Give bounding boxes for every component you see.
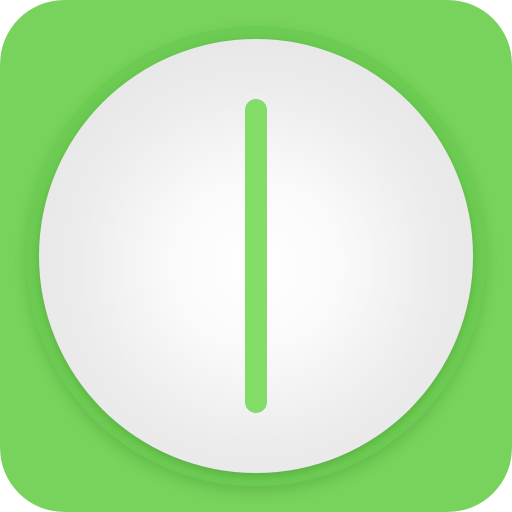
app-icon-graphic bbox=[0, 0, 512, 512]
app-icon[interactable] bbox=[0, 0, 512, 512]
